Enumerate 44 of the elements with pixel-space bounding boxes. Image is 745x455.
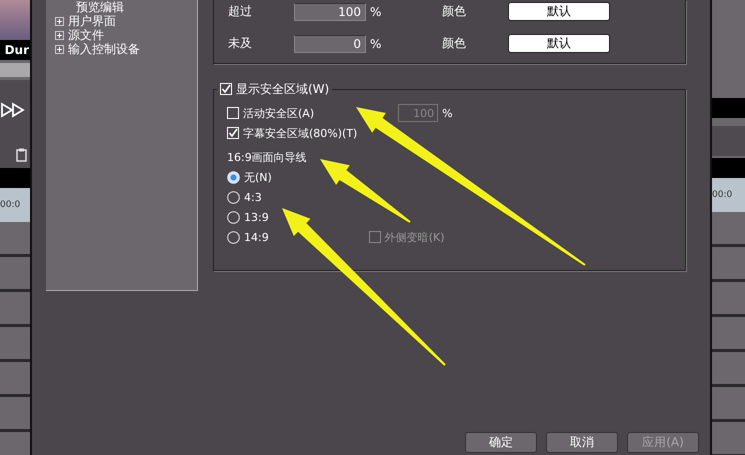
radio-button[interactable]	[227, 230, 240, 244]
number-field[interactable]: 100	[294, 2, 366, 20]
unit-label: %	[370, 4, 382, 18]
color-label: 颜色	[442, 35, 467, 52]
fast-forward-icon[interactable]	[0, 102, 26, 118]
radio-label: 4:3	[244, 190, 262, 204]
timeline-ruler: 00:0	[0, 188, 30, 222]
scrollbar[interactable]	[0, 63, 30, 77]
tree-item[interactable]: 预览编辑	[76, 0, 124, 16]
expand-icon[interactable]	[55, 30, 64, 40]
unit-label: %	[442, 106, 453, 120]
checkbox-label: 显示安全区域(W)	[236, 80, 330, 98]
number-field[interactable]: 0	[294, 34, 366, 52]
clip-title: Dur	[0, 40, 30, 60]
track-header-bar	[712, 158, 745, 178]
dialog-button[interactable]: 确定	[465, 432, 537, 453]
radio-button[interactable]	[227, 170, 240, 184]
radio-label: 13:9	[244, 210, 269, 224]
radio-button[interactable]	[227, 190, 240, 204]
radio-label: 无(N)	[244, 170, 272, 184]
checkbox-label: 外侧变暗(K)	[384, 230, 444, 244]
tree-item[interactable]: 源文件	[68, 26, 104, 44]
default-color-button[interactable]: 默认	[508, 2, 610, 21]
expand-icon[interactable]	[55, 44, 64, 54]
checkbox-label: 字幕安全区域(80%)(T)	[243, 126, 358, 140]
clipboard-icon[interactable]	[16, 148, 28, 162]
tree-item[interactable]: 输入控制设备	[68, 40, 140, 58]
photo-placeholder	[0, 0, 30, 40]
section-label: 16:9画面向导线	[227, 150, 308, 165]
unit-label: %	[370, 36, 382, 50]
tree-item[interactable]: 用户界面	[68, 12, 116, 30]
field-label: 未及	[228, 35, 253, 52]
toolbar-strip	[712, 126, 745, 156]
track-header-bar	[0, 168, 30, 188]
color-label: 颜色	[442, 3, 467, 20]
dialog-button[interactable]: 取消	[546, 432, 618, 453]
expand-icon[interactable]	[55, 16, 64, 26]
field-label: 超过	[228, 3, 253, 20]
track-header-bar	[712, 98, 745, 118]
default-color-button[interactable]: 默认	[508, 34, 610, 53]
radio-button[interactable]	[227, 210, 240, 224]
radio-label: 14:9	[244, 230, 269, 244]
checkbox-label: 活动安全区(A)	[243, 106, 314, 120]
timeline-ruler: 00:0	[712, 178, 745, 212]
